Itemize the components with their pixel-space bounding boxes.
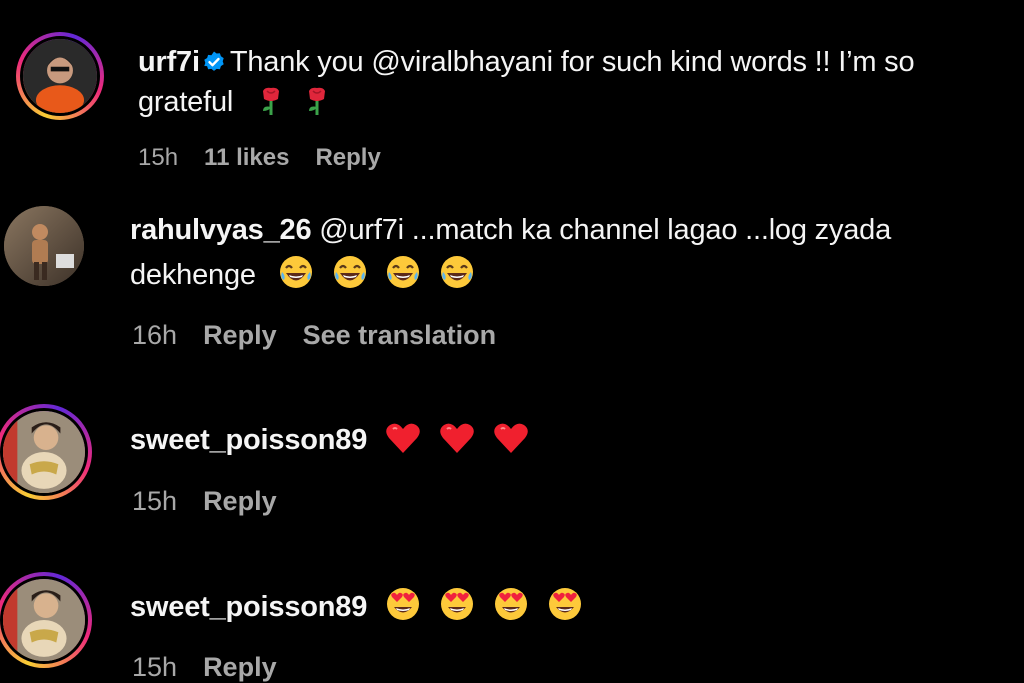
avatar[interactable]: [0, 572, 92, 668]
heart-eyes-face-icon: [440, 588, 473, 620]
heart-eyes-face-icon: [548, 588, 581, 620]
heart-eyes-face-icon: [387, 588, 420, 620]
comments-list: urf7i Thank you @viralbhayani for such ki…: [0, 0, 1024, 683]
comment-username[interactable]: sweet_poisson89: [130, 591, 367, 623]
heart-eyes-face-icon: [494, 588, 527, 620]
comment-timestamp: 15h: [132, 652, 178, 682]
comment-item: sweet_poisson89 15h Reply: [0, 0, 1024, 683]
profile-photo: [3, 579, 85, 661]
reply-button[interactable]: Reply: [203, 652, 277, 682]
